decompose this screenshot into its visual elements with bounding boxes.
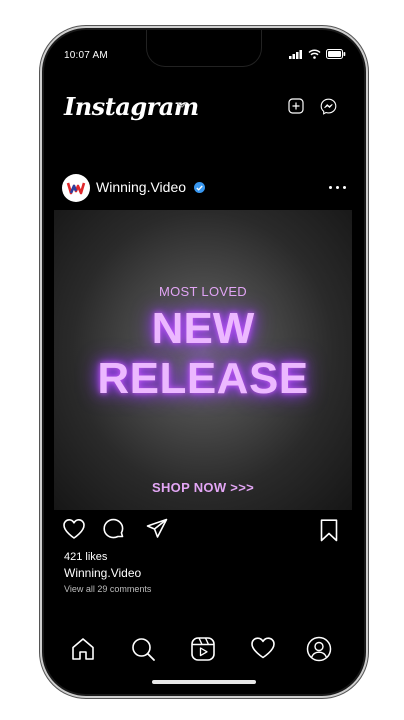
bookmark-icon[interactable]	[320, 519, 338, 542]
chevron-down-icon[interactable]	[177, 102, 187, 108]
verified-badge-icon	[194, 182, 205, 193]
phone-notch	[147, 30, 261, 66]
winning-video-logo-icon	[64, 176, 88, 200]
post-username[interactable]: Winning.Video	[96, 179, 186, 195]
post-headline-release: RELEASE	[97, 354, 309, 403]
post-actions	[44, 518, 364, 550]
heart-icon[interactable]	[62, 518, 86, 540]
likes-count[interactable]: 421 likes	[64, 551, 107, 563]
messenger-icon[interactable]	[320, 98, 337, 115]
battery-icon	[326, 49, 346, 59]
search-icon[interactable]	[130, 636, 156, 662]
reels-icon[interactable]	[190, 636, 216, 662]
share-icon[interactable]	[146, 518, 168, 539]
signal-icon	[289, 49, 303, 59]
post-header: Winning.Video	[44, 172, 364, 206]
view-comments-link[interactable]: View all 29 comments	[64, 584, 151, 594]
wifi-icon	[308, 49, 321, 59]
home-icon[interactable]	[70, 636, 96, 662]
status-icons	[289, 49, 346, 59]
activity-icon[interactable]	[250, 636, 276, 660]
new-post-icon[interactable]	[288, 98, 304, 114]
home-indicator[interactable]	[152, 680, 256, 684]
instagram-header: Instagram	[44, 88, 364, 128]
post-image[interactable]: MOST LOVED NEW RELEASE SHOP NOW >>>	[54, 210, 352, 510]
comment-icon[interactable]	[102, 518, 125, 540]
profile-icon[interactable]	[306, 636, 332, 662]
avatar[interactable]	[62, 174, 90, 202]
post-eyebrow-text: MOST LOVED	[158, 284, 247, 299]
more-options-icon[interactable]	[329, 180, 346, 195]
caption-username[interactable]: Winning.Video	[64, 566, 141, 580]
status-time: 10:07 AM	[64, 50, 108, 61]
bottom-tab-bar	[44, 630, 364, 670]
shop-now-cta: SHOP NOW >>>	[152, 480, 254, 495]
post-headline-new: NEW	[151, 304, 255, 353]
phone-frame: 10:07 AM Instagram Winning.Video MOST LO…	[42, 28, 366, 696]
